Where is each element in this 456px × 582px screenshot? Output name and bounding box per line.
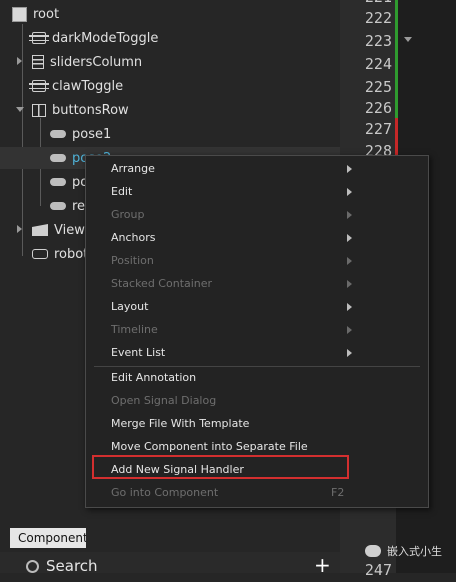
tree-item-buttonsrow[interactable]: buttonsRow [32, 99, 129, 121]
tab-components[interactable]: Components [10, 528, 86, 548]
menu-item-go-into-component: Go into Component F2 [86, 481, 428, 504]
menu-item-label: Move Component into Separate File [111, 440, 308, 453]
menu-item-stacked-container: Stacked Container [86, 272, 428, 295]
row-layout-icon [32, 103, 46, 117]
menu-item-label: Group [111, 208, 145, 221]
collapse-arrow-icon[interactable] [16, 107, 24, 112]
fold-arrow-icon[interactable] [404, 37, 412, 42]
tree-item-label: darkModeToggle [52, 30, 159, 46]
tree-item-label: buttonsRow [52, 102, 129, 118]
item-icon [12, 6, 27, 22]
view3d-icon [32, 224, 48, 236]
add-button[interactable]: + [314, 555, 331, 575]
tree-item-label: slidersColumn [50, 54, 143, 70]
menu-item-open-signal-dialog: Open Signal Dialog [86, 389, 428, 412]
submenu-arrow-icon [347, 211, 352, 219]
tree-item-darkmodetoggle[interactable]: darkModeToggle [29, 27, 159, 49]
line-number: 223 [364, 32, 392, 50]
wechat-icon [365, 545, 381, 557]
tree-item-sliderscolumn[interactable]: slidersColumn [32, 51, 142, 73]
button-icon [50, 178, 66, 186]
line-number: 227 [364, 120, 392, 138]
menu-item-anchors[interactable]: Anchors [86, 226, 428, 249]
menu-item-label: Edit Annotation [111, 371, 197, 384]
expand-arrow-icon[interactable] [17, 225, 22, 233]
submenu-arrow-icon [347, 280, 352, 288]
menu-item-label: Go into Component [111, 486, 219, 499]
tree-item-pose3[interactable]: po [50, 171, 88, 193]
menu-item-timeline: Timeline [86, 318, 428, 341]
component-icon [29, 80, 49, 92]
line-number: 222 [364, 9, 392, 27]
line-number: 226 [364, 99, 392, 117]
menu-item-label: Position [111, 254, 154, 267]
search-icon [26, 560, 39, 573]
menu-item-arrange[interactable]: Arrange [86, 157, 428, 180]
watermark: 嵌入式小生 [365, 543, 442, 559]
submenu-arrow-icon [347, 188, 352, 196]
robot-icon [32, 249, 48, 259]
context-menu: Arrange Edit Group Anchors Position Stac… [85, 155, 429, 508]
submenu-arrow-icon [347, 303, 352, 311]
menu-item-group: Group [86, 203, 428, 226]
menu-item-label: Arrange [111, 162, 155, 175]
tree-item-root[interactable]: root [12, 3, 59, 25]
button-icon [50, 202, 66, 210]
line-number: 225 [364, 78, 392, 96]
watermark-text: 嵌入式小生 [387, 545, 442, 558]
submenu-arrow-icon [347, 349, 352, 357]
menu-item-merge-file-with-template[interactable]: Merge File With Template [86, 412, 428, 435]
line-number: 247 [364, 561, 392, 579]
search-label[interactable]: Search [46, 557, 98, 575]
menu-item-label: Edit [111, 185, 133, 198]
tree-item-label: pose1 [72, 126, 112, 142]
submenu-arrow-icon [347, 257, 352, 265]
tree-item-view3d[interactable]: View3 [32, 219, 93, 241]
column-layout-icon [32, 55, 44, 69]
menu-item-label: Add New Signal Handler [111, 463, 244, 476]
menu-item-edit[interactable]: Edit [86, 180, 428, 203]
menu-item-position: Position [86, 249, 428, 272]
change-marker-added [395, 0, 398, 118]
menu-item-label: Merge File With Template [111, 417, 250, 430]
menu-item-layout[interactable]: Layout [86, 295, 428, 318]
menu-item-label: Timeline [111, 323, 158, 336]
menu-item-label: Stacked Container [111, 277, 213, 290]
menu-shortcut: F2 [331, 486, 345, 499]
menu-item-move-component[interactable]: Move Component into Separate File [86, 435, 428, 458]
tree-item-robot[interactable]: robot [32, 243, 88, 265]
menu-item-event-list[interactable]: Event List [86, 341, 428, 364]
menu-item-label: Open Signal Dialog [111, 394, 217, 407]
menu-item-add-new-signal-handler[interactable]: Add New Signal Handler [86, 458, 428, 481]
tree-item-label: robot [54, 246, 89, 262]
menu-item-edit-annotation[interactable]: Edit Annotation [86, 366, 428, 389]
button-icon [50, 130, 66, 138]
menu-item-label: Layout [111, 300, 149, 313]
submenu-arrow-icon [347, 165, 352, 173]
tree-item-pose1[interactable]: pose1 [50, 123, 111, 145]
submenu-arrow-icon [347, 234, 352, 242]
component-icon [29, 32, 49, 44]
expand-arrow-icon[interactable] [17, 57, 22, 65]
tree-item-reset[interactable]: re [50, 195, 85, 217]
menu-item-label: Event List [111, 346, 166, 359]
change-marker-removed [395, 118, 398, 160]
tree-item-label: re [72, 198, 86, 214]
submenu-arrow-icon [347, 326, 352, 334]
menu-item-label: Anchors [111, 231, 156, 244]
line-number: 224 [364, 55, 392, 73]
tree-line [22, 24, 23, 256]
button-icon [50, 154, 66, 162]
tree-item-label: clawToggle [52, 78, 124, 94]
tree-item-label: root [33, 6, 60, 22]
tree-item-clawtoggle[interactable]: clawToggle [29, 75, 124, 97]
